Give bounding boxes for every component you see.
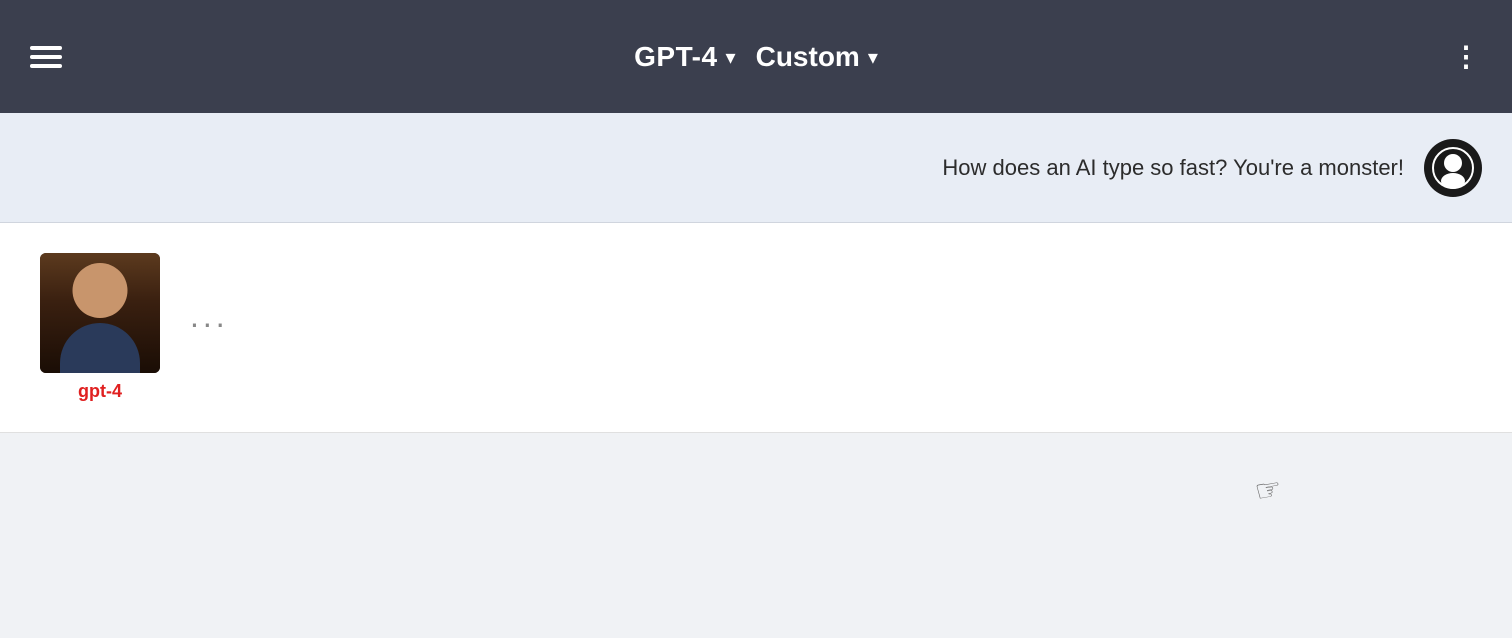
burger-line-3 [30, 64, 62, 68]
model-chevron-icon: ▾ [726, 45, 736, 70]
cursor-area: ☞ [0, 433, 1512, 553]
more-options-button[interactable]: ⋮ [1452, 40, 1482, 73]
header: GPT-4 ▾ Custom ▾ ⋮ [0, 0, 1512, 113]
mode-selector[interactable]: Custom ▾ [756, 41, 878, 73]
cursor-icon: ☞ [1252, 471, 1285, 510]
burger-line-2 [30, 55, 62, 59]
user-message-bar: How does an AI type so fast? You're a mo… [0, 113, 1512, 223]
mode-chevron-icon: ▾ [868, 45, 878, 70]
avatar-icon [1432, 147, 1474, 189]
ai-figure [40, 253, 160, 373]
mode-label: Custom [756, 41, 860, 73]
ai-name-label: gpt-4 [78, 381, 122, 402]
header-left [30, 46, 62, 68]
menu-button[interactable] [30, 46, 62, 68]
user-avatar [1424, 139, 1482, 197]
model-label: GPT-4 [634, 41, 717, 73]
user-message-text: How does an AI type so fast? You're a mo… [30, 155, 1424, 181]
header-center: GPT-4 ▾ Custom ▾ [634, 41, 878, 73]
ai-typing-indicator: ... [180, 253, 249, 335]
chat-content: gpt-4 ... [0, 223, 1512, 433]
ai-avatar-section: gpt-4 [40, 253, 160, 402]
ai-avatar-image [40, 253, 160, 373]
header-right: ⋮ [1452, 40, 1482, 73]
model-selector[interactable]: GPT-4 ▾ [634, 41, 735, 73]
burger-line-1 [30, 46, 62, 50]
bottom-bar: ☞ [0, 433, 1512, 553]
